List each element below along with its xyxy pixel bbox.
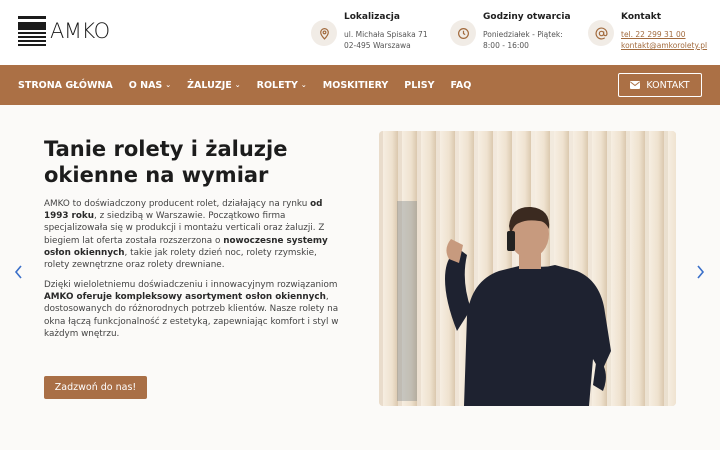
location-info: Lokalizacja ul. Michała Spisaka 71 02-49… <box>311 12 428 51</box>
carousel-next-arrow[interactable] <box>694 264 706 280</box>
hours-days: Poniedziałek - Piątek: <box>483 30 563 39</box>
contact-button[interactable]: KONTAKT <box>618 73 702 97</box>
hours-info: Godziny otwarcia Poniedziałek - Piątek: … <box>450 12 571 51</box>
chevron-left-icon <box>14 265 22 279</box>
chevron-down-icon: ⌄ <box>234 81 241 89</box>
brand-logo[interactable]: AMKO <box>18 16 110 46</box>
nav-label: PLISY <box>404 79 435 91</box>
main-navbar: STRONA GŁÓWNA O NAS ⌄ ŻALUZJE ⌄ ROLETY ⌄ MO… <box>0 65 720 105</box>
nav-item-pleated[interactable]: PLISY <box>404 80 434 91</box>
contact-button-label: KONTAKT <box>646 79 690 91</box>
nav-item-about[interactable]: O NAS ⌄ <box>129 80 171 91</box>
chevron-right-icon <box>697 265 705 279</box>
nav-item-roller-blinds[interactable]: ROLETY ⌄ <box>257 80 307 91</box>
hero-paragraph-1: AMKO to doświadczony producent rolet, dz… <box>44 198 344 271</box>
nav-item-mosquito-nets[interactable]: MOSKITIERY <box>323 80 388 91</box>
brand-name: AMKO <box>50 19 110 43</box>
chevron-down-icon: ⌄ <box>300 81 307 89</box>
nav-label: STRONA GŁÓWNA <box>18 79 113 91</box>
man-on-phone-by-blinds-image <box>379 131 676 406</box>
location-title: Lokalizacja <box>344 12 400 22</box>
main-nav: STRONA GŁÓWNA O NAS ⌄ ŻALUZJE ⌄ ROLETY ⌄ MO… <box>18 65 487 105</box>
nav-label: FAQ <box>450 79 472 91</box>
email-link[interactable]: kontakt@amkorolety.pl <box>621 40 707 51</box>
nav-item-blinds[interactable]: ŻALUZJE ⌄ <box>187 80 240 91</box>
contact-info: Kontakt tel. 22 299 31 00 kontakt@amkoro… <box>588 12 707 51</box>
paragraph-run: AMKO oferuje kompleksowy asortyment osło… <box>44 292 326 303</box>
nav-label: ŻALUZJE <box>187 79 232 91</box>
location-city: 02-495 Warszawa <box>344 41 411 50</box>
nav-label: MOSKITIERY <box>322 79 389 91</box>
call-us-button[interactable]: Zadzwoń do nas! <box>44 376 147 399</box>
hero-paragraph-2: Dzięki wieloletniemu doświadczeniu i inn… <box>44 279 344 340</box>
carousel-prev-arrow[interactable] <box>13 264 25 280</box>
paragraph-run: Dzięki wieloletniemu doświadczeniu i inn… <box>44 280 338 290</box>
hero-title: Tanie rolety i żaluzje okienne na wymiar <box>44 137 288 187</box>
nav-item-faq[interactable]: FAQ <box>451 80 472 91</box>
contact-title: Kontakt <box>621 12 662 22</box>
at-icon <box>588 20 614 46</box>
top-header: AMKO Lokalizacja ul. Michała Spisaka 71 … <box>0 0 720 65</box>
nav-label: ROLETY <box>256 79 298 91</box>
hero-photo <box>379 131 676 406</box>
envelope-icon <box>630 81 641 89</box>
hours-time: 8:00 - 16:00 <box>483 41 529 50</box>
chevron-down-icon: ⌄ <box>165 81 172 89</box>
nav-label: O NAS <box>128 79 163 91</box>
phone-link[interactable]: tel. 22 299 31 00 <box>621 29 707 40</box>
nav-item-home[interactable]: STRONA GŁÓWNA <box>18 80 113 91</box>
clock-icon <box>450 20 476 46</box>
map-pin-icon <box>311 20 337 46</box>
blinds-logo-icon <box>18 16 46 46</box>
hours-title: Godziny otwarcia <box>483 12 571 22</box>
paragraph-run: AMKO to doświadczony producent rolet, dz… <box>44 199 311 209</box>
location-street: ul. Michała Spisaka 71 <box>344 30 428 39</box>
